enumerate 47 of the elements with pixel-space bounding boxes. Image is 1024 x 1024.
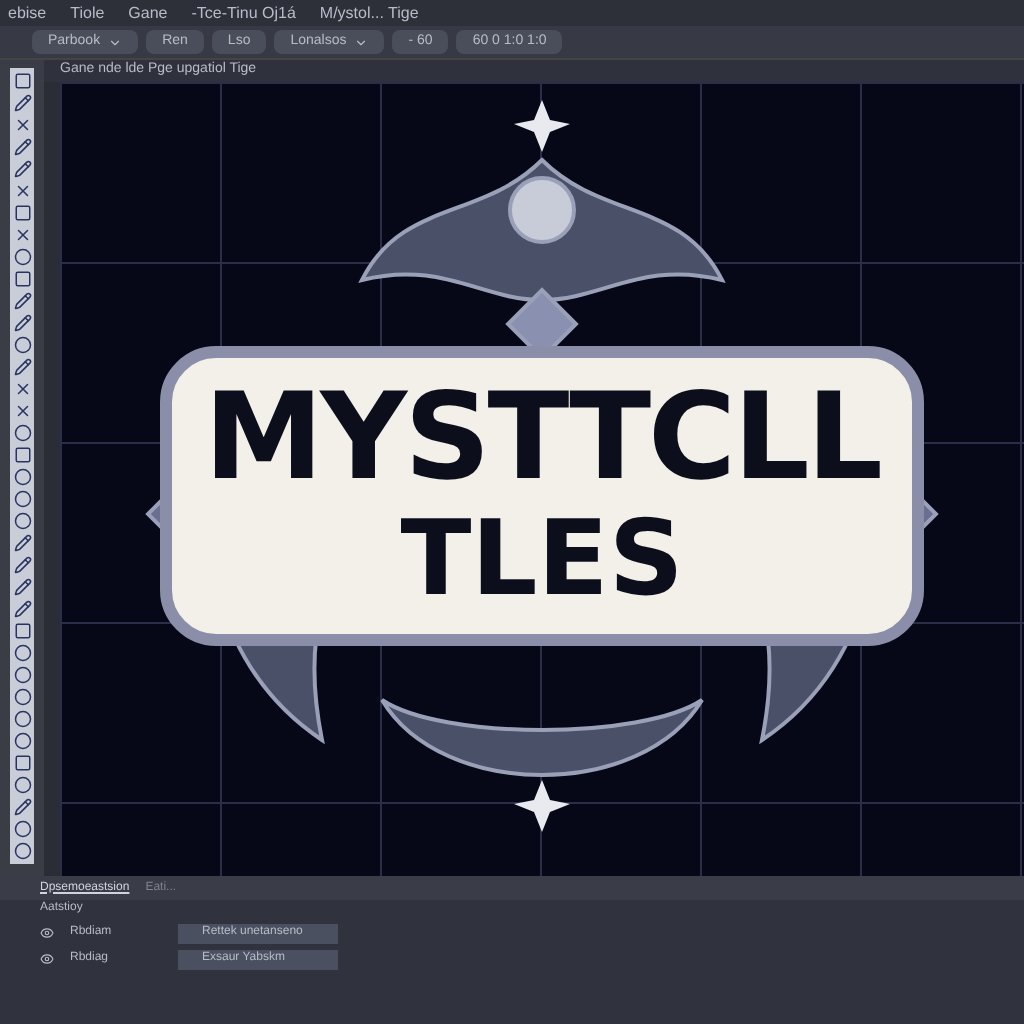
circle-icon[interactable] xyxy=(13,490,31,508)
circle-icon[interactable] xyxy=(13,336,31,354)
pencil-icon[interactable] xyxy=(13,138,31,156)
square-icon[interactable] xyxy=(13,72,31,90)
eye-icon[interactable] xyxy=(40,952,54,966)
circle-icon[interactable] xyxy=(13,776,31,794)
pencil-icon[interactable] xyxy=(13,578,31,596)
pencil-icon[interactable] xyxy=(13,358,31,376)
logo-title: MYSTTCLL xyxy=(203,373,881,501)
menu-item[interactable]: M/ystol... Tige xyxy=(319,1,419,25)
circle-icon[interactable] xyxy=(13,468,31,486)
caret-icon xyxy=(354,35,369,49)
pencil-icon[interactable] xyxy=(13,314,31,332)
square-icon[interactable] xyxy=(13,204,31,222)
square-icon[interactable] xyxy=(13,754,31,772)
cross-icon[interactable] xyxy=(13,402,31,420)
circle-icon[interactable] xyxy=(13,732,31,750)
caret-icon xyxy=(108,35,123,49)
logo-subtitle: TLES xyxy=(400,501,684,617)
pencil-icon[interactable] xyxy=(13,798,31,816)
square-icon[interactable] xyxy=(13,270,31,288)
circle-icon[interactable] xyxy=(13,820,31,838)
circle-icon[interactable] xyxy=(13,666,31,684)
circle-icon[interactable] xyxy=(13,248,31,266)
cross-icon[interactable] xyxy=(13,226,31,244)
circle-icon[interactable] xyxy=(13,644,31,662)
cross-icon[interactable] xyxy=(13,116,31,134)
cross-icon[interactable] xyxy=(13,182,31,200)
menu-item[interactable]: -Tce-Tinu Oj1á xyxy=(191,1,296,25)
circle-icon[interactable] xyxy=(13,688,31,706)
square-icon[interactable] xyxy=(13,446,31,464)
eye-icon[interactable] xyxy=(40,926,54,940)
circle-icon[interactable] xyxy=(13,710,31,728)
square-icon[interactable] xyxy=(13,622,31,640)
pencil-icon[interactable] xyxy=(13,292,31,310)
pencil-icon[interactable] xyxy=(13,94,31,112)
cross-icon[interactable] xyxy=(13,380,31,398)
menu-item[interactable]: Tiole xyxy=(70,1,105,25)
circle-icon[interactable] xyxy=(13,424,31,442)
circle-icon[interactable] xyxy=(13,512,31,530)
pencil-icon[interactable] xyxy=(13,556,31,574)
pencil-icon[interactable] xyxy=(13,534,31,552)
circle-icon[interactable] xyxy=(13,842,31,860)
pencil-icon[interactable] xyxy=(13,160,31,178)
menu-item[interactable]: ebise xyxy=(8,1,47,25)
menu-item[interactable]: Gane xyxy=(128,1,168,25)
pencil-icon[interactable] xyxy=(13,600,31,618)
